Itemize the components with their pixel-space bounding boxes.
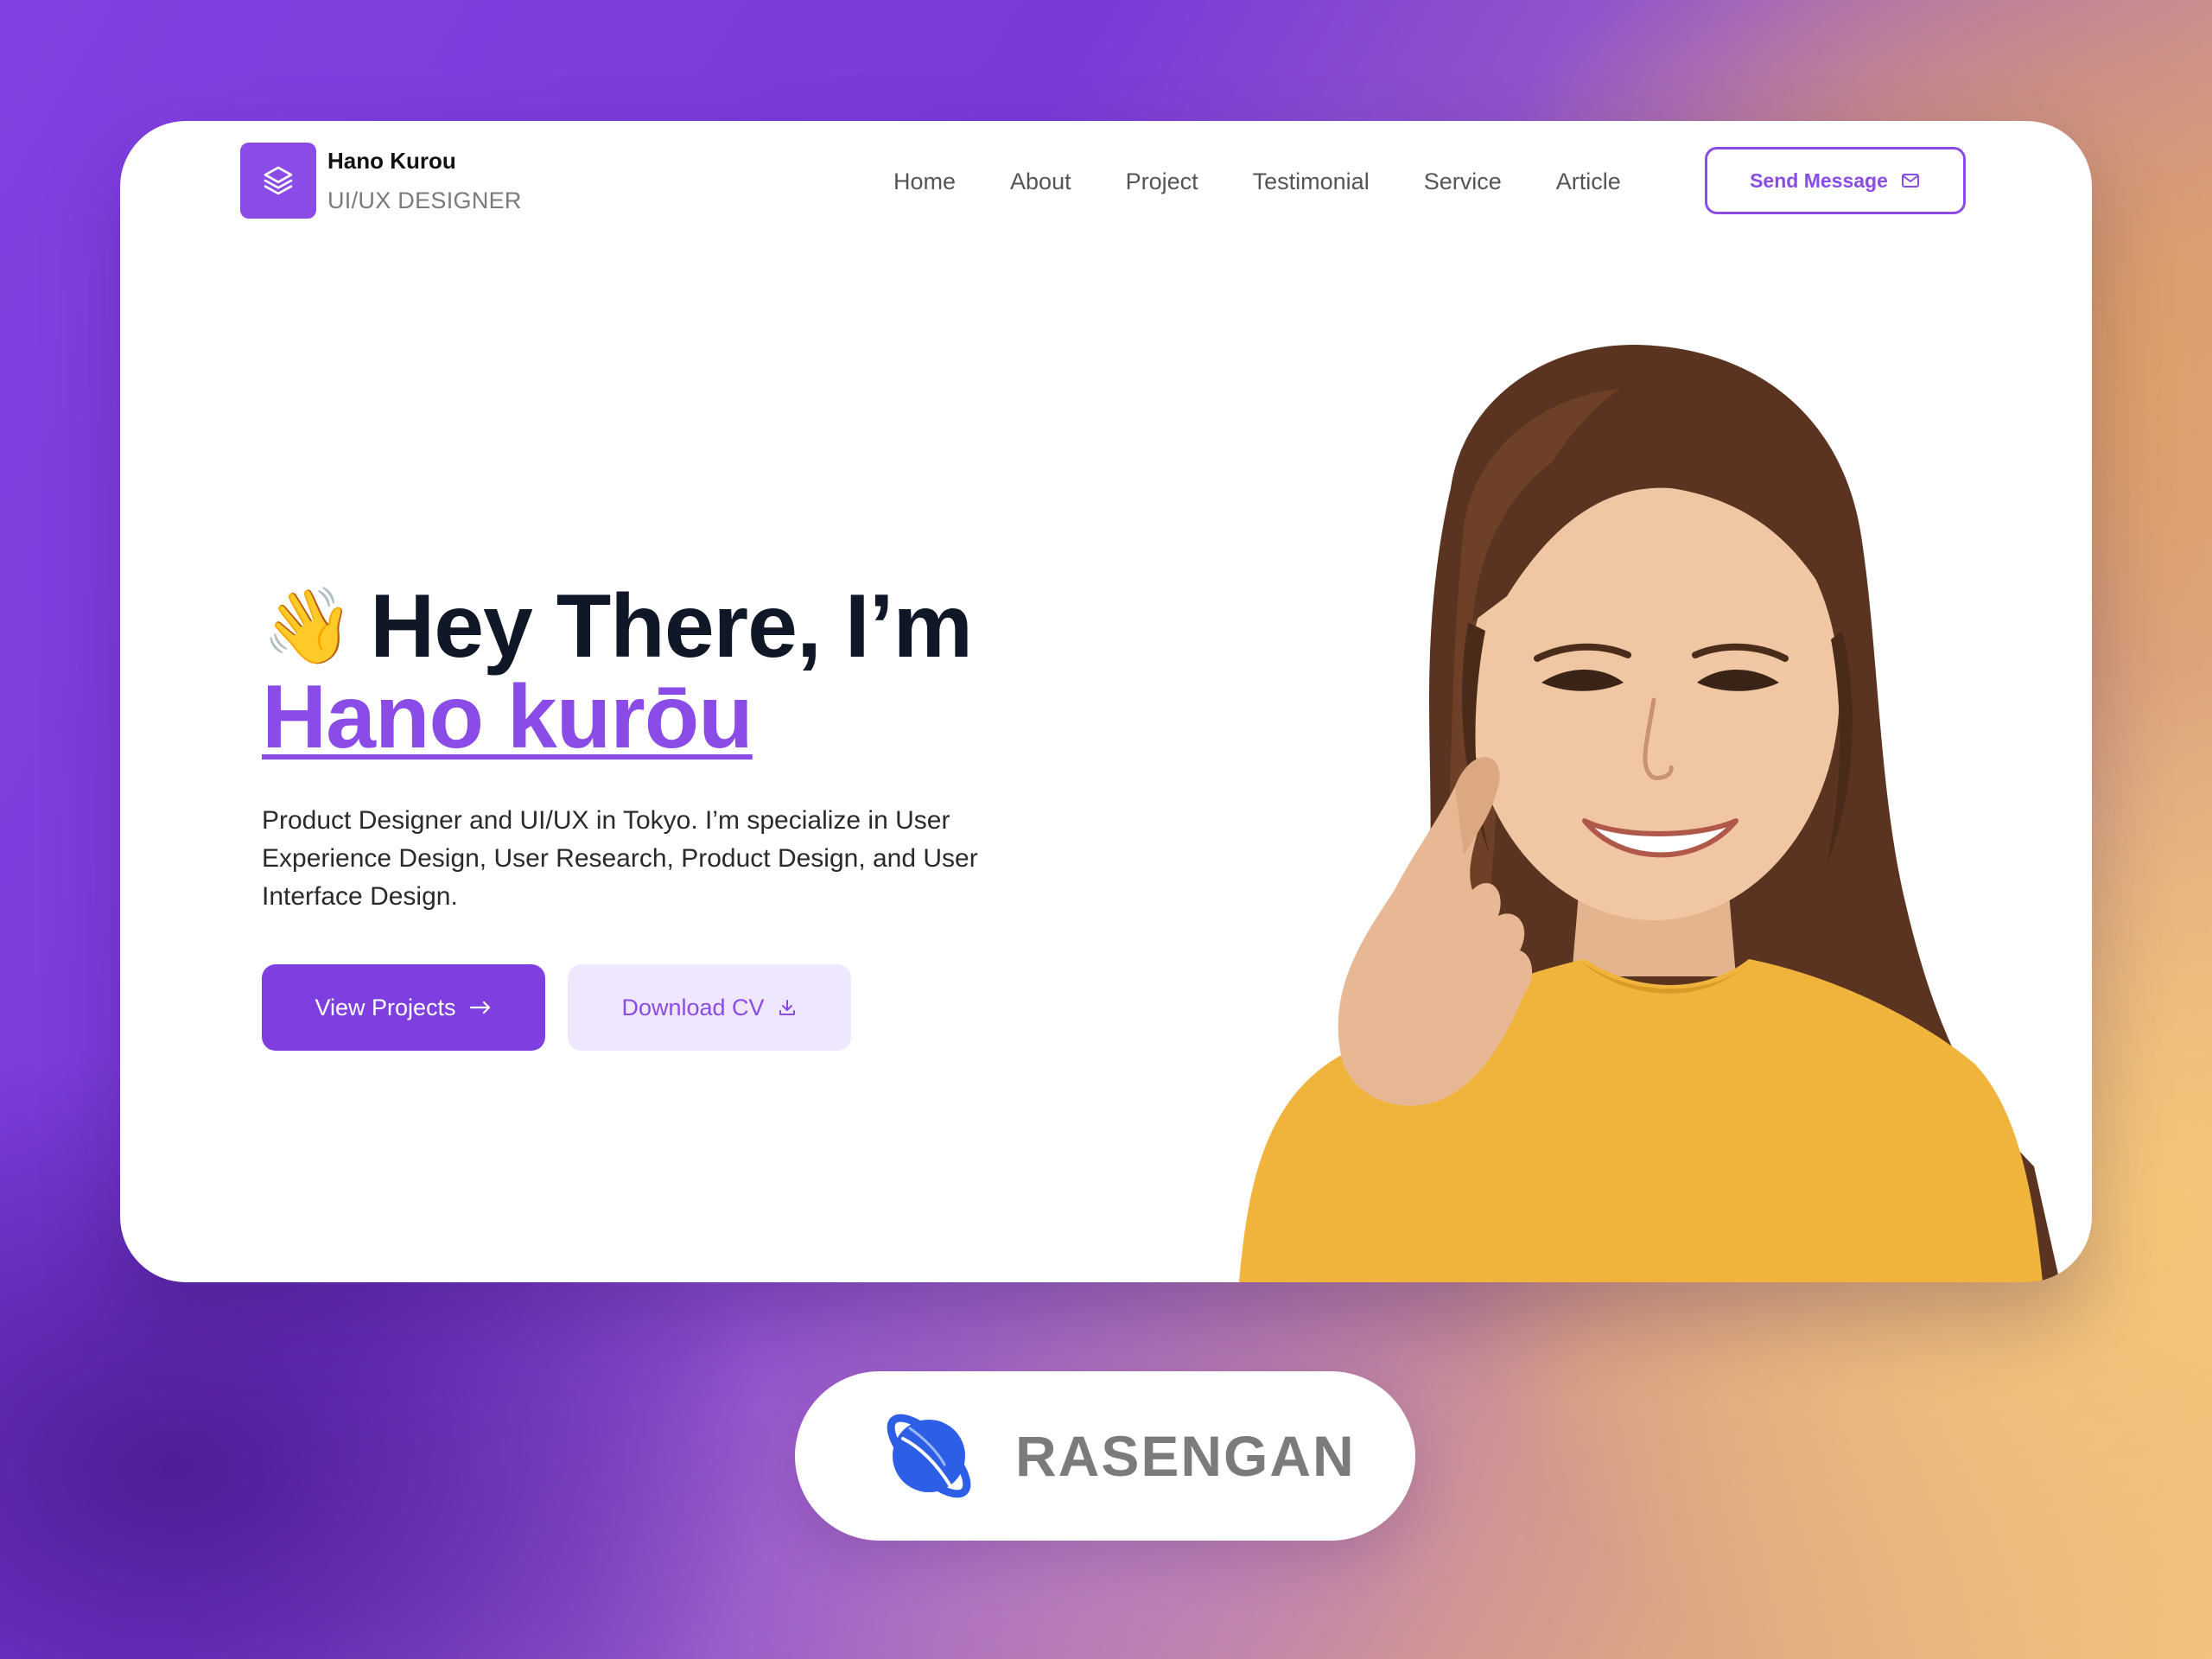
waving-hand-icon: 👋 [262, 583, 355, 670]
send-message-button[interactable]: Send Message [1705, 147, 1966, 214]
brand-name: Hano Kurou [327, 147, 456, 174]
brand[interactable]: Hano Kurou UI/UX DESIGNER [240, 143, 522, 219]
hero-actions: View Projects Download CV [262, 964, 851, 1051]
download-cv-button[interactable]: Download CV [568, 964, 851, 1051]
mail-icon [1900, 170, 1921, 191]
hero-description: Product Designer and UI/UX in Tokyo. I’m… [262, 806, 978, 911]
download-icon [777, 997, 798, 1018]
portfolio-window: Hano Kurou UI/UX DESIGNER Home About Pro… [120, 121, 2092, 1282]
rasengan-badge: RASENGAN [795, 1371, 1415, 1541]
nav-about[interactable]: About [1010, 168, 1071, 195]
view-projects-label: View Projects [315, 994, 456, 1020]
nav-service[interactable]: Service [1424, 168, 1502, 195]
profile-photo [1101, 337, 2092, 1282]
rasengan-logo-icon [877, 1404, 981, 1508]
hero-section: 👋 Hey There, I’m Hano kurōu Product Desi… [262, 576, 1169, 916]
view-projects-button[interactable]: View Projects [262, 964, 545, 1051]
nav-article[interactable]: Article [1556, 168, 1621, 195]
rasengan-wordmark: RASENGAN [1015, 1424, 1356, 1488]
send-message-label: Send Message [1750, 168, 1888, 192]
nav-testimonial[interactable]: Testimonial [1253, 168, 1370, 195]
brand-role: UI/UX DESIGNER [327, 187, 522, 213]
hero-greeting-line: 👋 Hey There, I’m [262, 576, 1169, 677]
download-cv-label: Download CV [621, 994, 765, 1020]
nav-project[interactable]: Project [1126, 168, 1198, 195]
layers-icon [240, 143, 316, 219]
hero-name-link[interactable]: Hano kurōu [262, 666, 753, 769]
main-nav: Home About Project Testimonial Service A… [893, 168, 1621, 195]
nav-home[interactable]: Home [893, 168, 956, 195]
arrow-right-icon [468, 999, 493, 1016]
brand-text: Hano Kurou UI/UX DESIGNER [327, 149, 522, 213]
hero-greeting: Hey There, I’m [370, 575, 973, 677]
